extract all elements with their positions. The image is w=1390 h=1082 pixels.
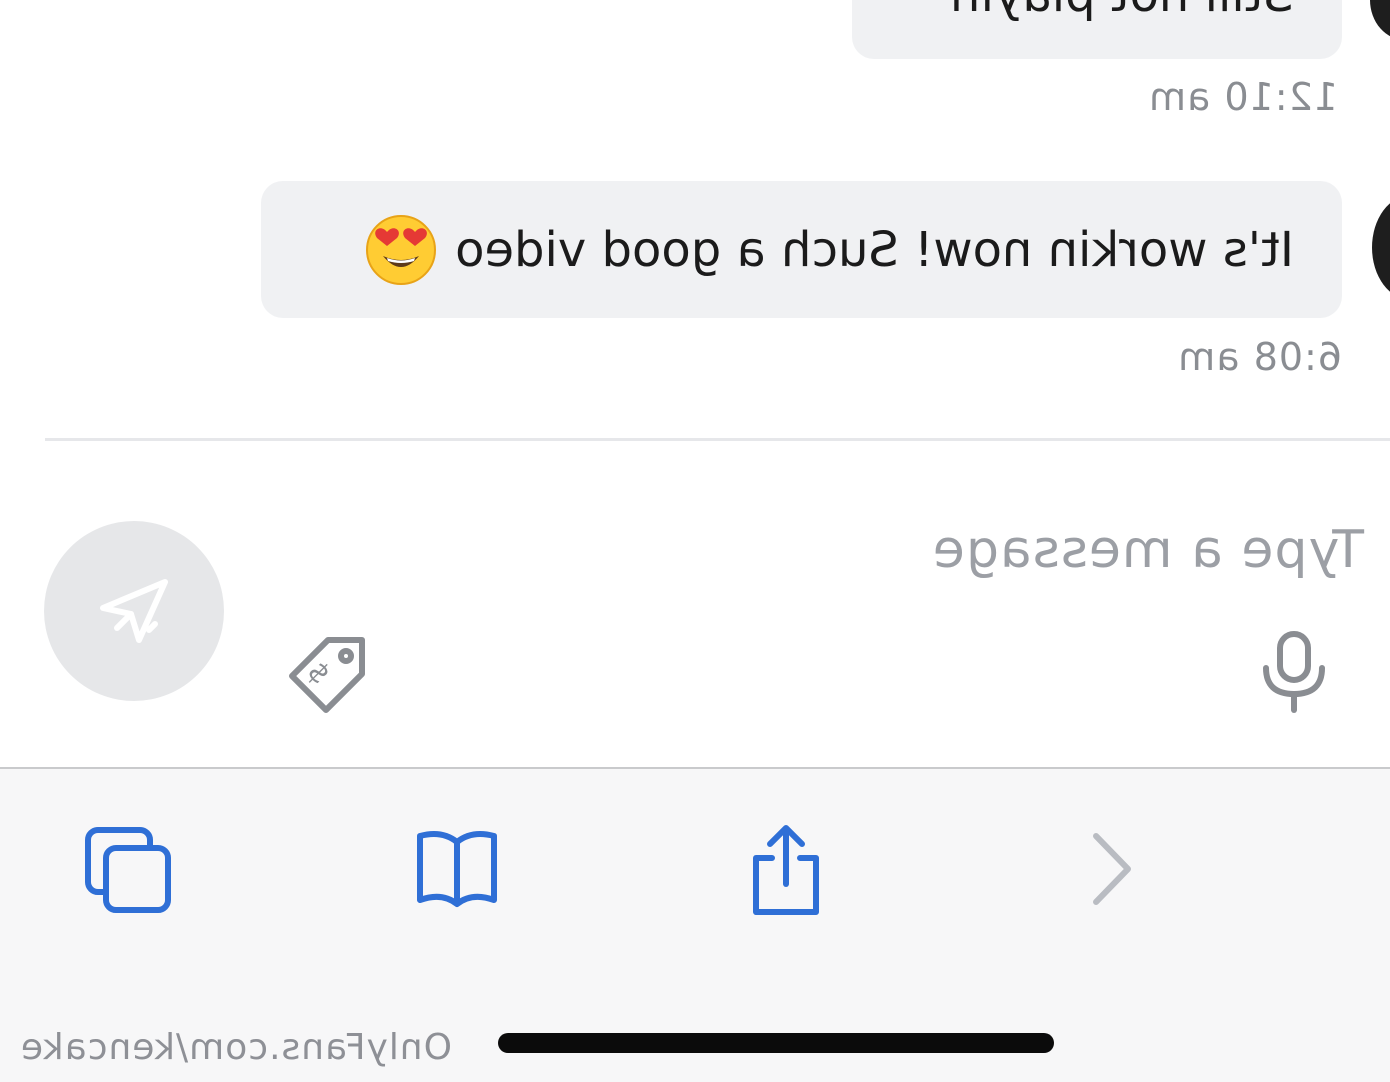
message-timestamp: 12:10 am xyxy=(1148,75,1338,119)
tabs-icon[interactable] xyxy=(82,824,174,920)
message-bubble: Still not playin xyxy=(852,0,1342,59)
avatar[interactable] xyxy=(1370,0,1390,40)
browser-toolbar: OnlyFans.com/kencake xyxy=(0,767,1390,1082)
back-chevron-icon[interactable] xyxy=(1080,824,1140,918)
price-tag-icon[interactable]: $ xyxy=(286,630,372,716)
mirrored-screen: Still not playin 12:10 am It's workin no… xyxy=(0,0,1390,1082)
avatar[interactable] xyxy=(1372,195,1390,300)
message-input[interactable]: Type a message xyxy=(932,520,1364,580)
microphone-icon[interactable] xyxy=(1258,630,1330,714)
watermark: OnlyFans.com/kencake xyxy=(19,1027,452,1068)
home-indicator xyxy=(498,1033,1054,1053)
message-text: It's workin now! Such a good video xyxy=(455,221,1294,278)
send-button[interactable] xyxy=(44,521,224,701)
send-icon xyxy=(95,570,173,652)
share-icon[interactable] xyxy=(748,824,824,924)
heart-eyes-emoji xyxy=(365,214,437,286)
message-text: Still not playin xyxy=(950,0,1294,23)
message-timestamp: 6:08 am xyxy=(1177,335,1342,379)
message-bubble: It's workin now! Such a good video xyxy=(261,181,1342,318)
divider xyxy=(45,438,1390,441)
bookmarks-icon[interactable] xyxy=(414,824,500,914)
